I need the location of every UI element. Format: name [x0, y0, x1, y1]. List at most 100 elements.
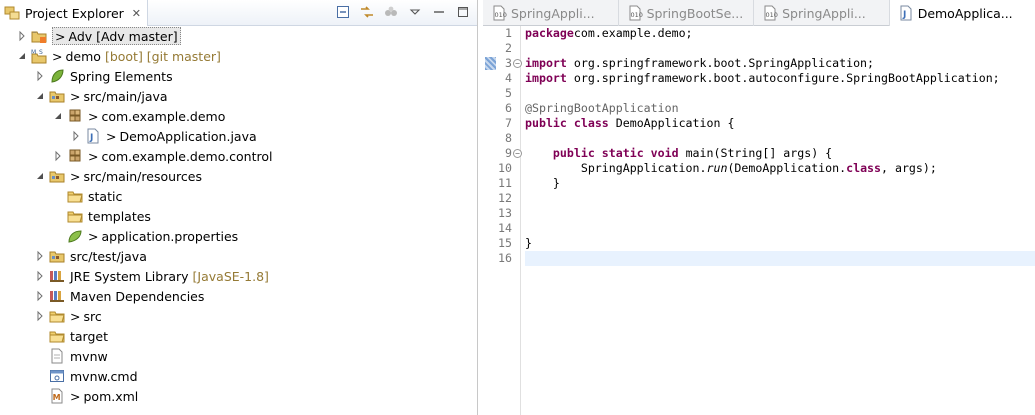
line-number: 2 — [483, 41, 520, 56]
line-number-text: 8 — [505, 131, 512, 145]
tree-item[interactable]: > src/main/resources — [0, 166, 478, 186]
chevron-down-icon[interactable] — [52, 110, 64, 122]
source-folder-icon — [49, 168, 65, 184]
tree-item[interactable]: > src — [0, 306, 478, 326]
code-line[interactable] — [525, 131, 1035, 146]
view-menu-icon[interactable] — [407, 4, 423, 20]
tree-item[interactable]: target — [0, 326, 478, 346]
tree-item[interactable]: J > DemoApplication.java — [0, 126, 478, 146]
code-editor[interactable]: 1 2 3−4 5 6 7 8 9−10 11 12 13 14 15 16 packagecom.exa… — [483, 26, 1035, 415]
chevron-right-icon[interactable] — [34, 270, 46, 282]
code-line[interactable]: packagecom.example.demo; — [525, 26, 1035, 41]
line-number-text: 14 — [498, 221, 512, 235]
chevron-right-icon[interactable] — [34, 290, 46, 302]
tree-item[interactable]: Maven Dependencies — [0, 286, 478, 306]
maximize-icon[interactable] — [455, 4, 471, 20]
tree-item[interactable]: M S > demo [boot] [git master] — [0, 46, 478, 66]
chevron-right-icon[interactable] — [34, 250, 46, 262]
chevron-right-icon[interactable] — [34, 70, 46, 82]
line-number-text: 16 — [498, 251, 512, 265]
tree-item-label: static — [88, 188, 123, 204]
line-number: 5 — [483, 86, 520, 101]
tree-item[interactable]: mvnw — [0, 346, 478, 366]
code-token: com.example.demo; — [573, 26, 693, 40]
line-number-text: 2 — [505, 41, 512, 55]
line-number-text: 12 — [498, 191, 512, 205]
code-line[interactable]: import org.springframework.boot.SpringAp… — [525, 56, 1035, 71]
chevron-right-icon[interactable] — [16, 30, 28, 42]
project-explorer-tab[interactable]: Project Explorer ✕ — [0, 0, 149, 26]
code-line[interactable]: @SpringBootApplication — [525, 101, 1035, 116]
git-dirty-marker: > — [55, 28, 66, 44]
code-line[interactable] — [525, 41, 1035, 56]
code-line[interactable]: public class DemoApplication { — [525, 116, 1035, 131]
tree-item[interactable]: static — [0, 186, 478, 206]
chevron-down-icon[interactable] — [34, 170, 46, 182]
code-line[interactable]: import org.springframework.boot.autoconf… — [525, 71, 1035, 86]
code-line[interactable] — [525, 221, 1035, 236]
editor-tab[interactable]: 010 SpringBootSe... — [619, 0, 755, 26]
editor-tab[interactable]: J DemoApplica... — [889, 0, 1035, 26]
tree-item-label-wrap: templates — [88, 207, 151, 225]
chevron-right-icon[interactable] — [52, 150, 64, 162]
tree-item[interactable]: templates — [0, 206, 478, 226]
tree-item[interactable]: > src/main/java — [0, 86, 478, 106]
code-line[interactable]: public static void main(String[] args) { — [525, 146, 1035, 161]
chevron-down-icon[interactable] — [16, 50, 28, 62]
code-token: (DemoApplication. — [727, 161, 847, 175]
tree-item-label-wrap: JRE System Library [JavaSE-1.8] — [70, 267, 269, 285]
fold-collapse-icon[interactable]: − — [513, 149, 522, 158]
fold-collapse-icon[interactable]: − — [513, 59, 522, 68]
project-icon: − — [31, 28, 47, 44]
editor-tab[interactable]: 010 SpringAppli... — [754, 0, 890, 26]
library-icon — [49, 288, 65, 304]
tree-item-label-wrap: > demo [boot] [git master] — [52, 47, 221, 65]
tree-item[interactable]: M > pom.xml — [0, 386, 478, 406]
tree-item[interactable]: > application.properties — [0, 226, 478, 246]
explorer-header: Project Explorer ✕ — [0, 0, 477, 26]
git-dirty-marker: > — [70, 168, 81, 184]
link-with-editor-icon[interactable] — [359, 4, 375, 20]
code-line[interactable] — [525, 251, 1035, 266]
chevron-down-icon[interactable] — [34, 90, 46, 102]
line-number-text: 9 — [505, 146, 512, 160]
code-line[interactable] — [525, 191, 1035, 206]
editor-tab[interactable]: 010 SpringAppli... — [483, 0, 619, 26]
editor-tab-label: SpringBootSe... — [646, 5, 744, 21]
code-token: DemoApplication { — [608, 116, 735, 130]
tree-item[interactable]: − > Adv [Adv master] — [0, 26, 478, 46]
line-number: 7 — [483, 116, 520, 131]
tree-item[interactable]: Spring Elements — [0, 66, 478, 86]
project-explorer-title: Project Explorer — [25, 5, 124, 21]
collapse-all-icon[interactable] — [335, 4, 351, 20]
code-token: public — [525, 116, 567, 130]
code-line[interactable] — [525, 86, 1035, 101]
line-number: 10 — [483, 161, 520, 176]
class-file-icon: 010 — [762, 5, 778, 21]
chevron-right-icon[interactable] — [34, 310, 46, 322]
line-number: 4 — [483, 71, 520, 86]
chevron-right-icon[interactable] — [70, 130, 82, 142]
project-explorer-icon — [4, 5, 20, 21]
code-line[interactable]: SpringApplication.run(DemoApplication.cl… — [525, 161, 1035, 176]
tree-item[interactable]: mvnw.cmd — [0, 366, 478, 386]
svg-text:010: 010 — [495, 11, 507, 19]
line-number: 13 — [483, 206, 520, 221]
code-line[interactable]: } — [525, 236, 1035, 251]
minimize-icon[interactable] — [431, 4, 447, 20]
tree-item[interactable]: > com.example.demo.control — [0, 146, 478, 166]
code-line[interactable]: } — [525, 176, 1035, 191]
filter-icon[interactable] — [383, 4, 399, 20]
svg-text:J: J — [902, 10, 906, 20]
tree-item[interactable]: JRE System Library [JavaSE-1.8] — [0, 266, 478, 286]
tree-item[interactable]: > com.example.demo — [0, 106, 478, 126]
code-line[interactable] — [525, 206, 1035, 221]
line-number-text: 4 — [505, 71, 512, 85]
code-lines[interactable]: packagecom.example.demo; import org.sprin… — [525, 26, 1035, 266]
tree-item[interactable]: src/test/java — [0, 246, 478, 266]
close-icon[interactable]: ✕ — [132, 7, 141, 20]
tree-item-label-wrap: > src/main/java — [70, 87, 168, 105]
code-token: package — [525, 26, 574, 40]
